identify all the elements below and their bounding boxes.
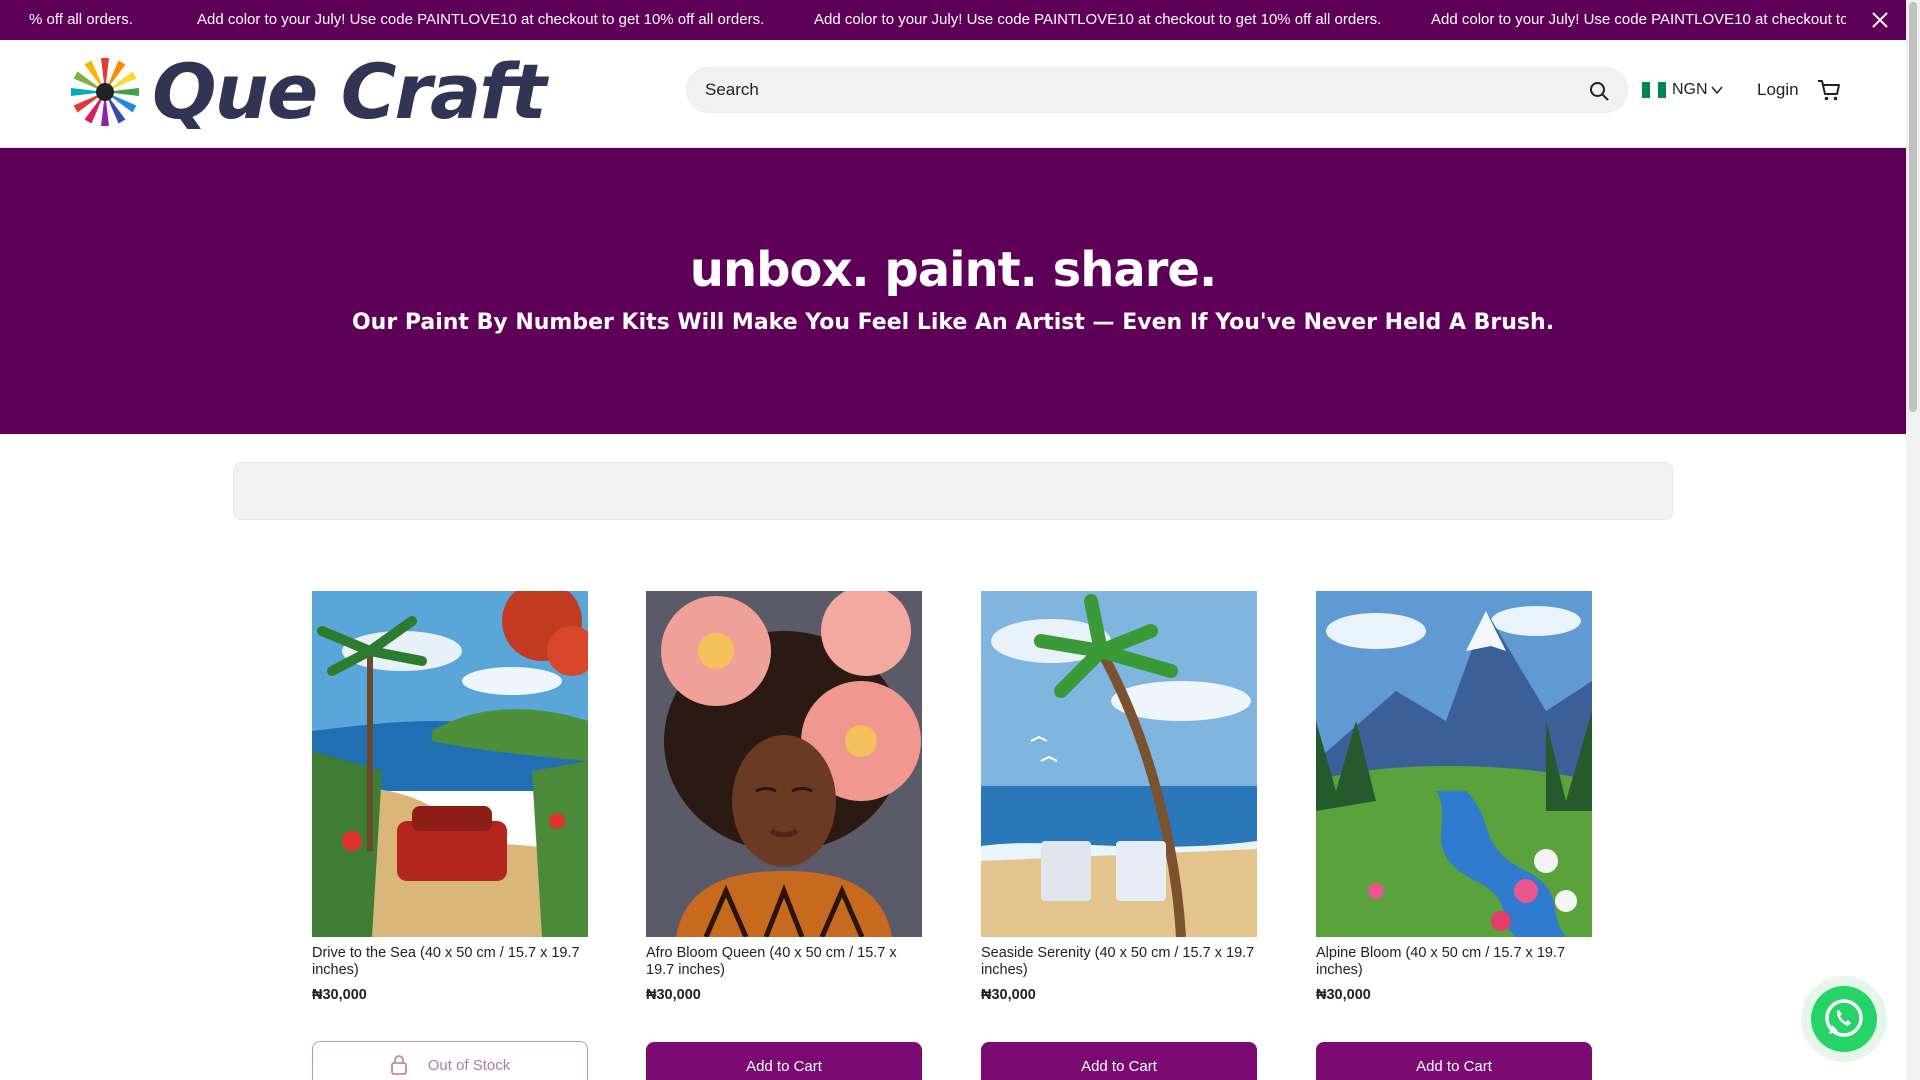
product-image[interactable] [1316, 591, 1592, 937]
product-title[interactable]: Seaside Serenity (40 x 50 cm / 15.7 x 19… [981, 945, 1257, 979]
whatsapp-icon [1825, 999, 1863, 1037]
product-price: ₦30,000 [981, 987, 1036, 1003]
logo-mark-icon [71, 58, 139, 126]
announcement-text: Add color to your July! Use code PAINTLO… [1431, 11, 1846, 28]
lock-icon [390, 1055, 407, 1075]
product-image[interactable] [646, 591, 922, 937]
product-title[interactable]: Alpine Bloom (40 x 50 cm / 15.7 x 19.7 i… [1316, 945, 1592, 979]
product-card[interactable]: Afro Bloom Queen (40 x 50 cm / 15.7 x 19… [646, 591, 922, 1003]
button-label: Out of Stock [427, 1056, 511, 1074]
nigeria-flag-icon [1642, 82, 1666, 98]
logo[interactable]: Que Craft [68, 47, 547, 136]
add-to-cart-button[interactable]: Add to Cart [646, 1042, 922, 1080]
search-bar[interactable] [686, 67, 1628, 113]
announcement-text: Add color to your July! Use code PAINTLO… [814, 11, 1382, 28]
button-label: Add to Cart [1081, 1057, 1157, 1075]
site-header: Que Craft NGN Login [0, 40, 1906, 148]
add-to-cart-button[interactable]: Add to Cart [981, 1042, 1257, 1080]
brand-name: Que Craft [152, 47, 547, 136]
hero-subheadline: Our Paint By Number Kits Will Make You F… [351, 310, 1555, 335]
product-price: ₦30,000 [646, 987, 701, 1003]
product-card[interactable]: Drive to the Sea (40 x 50 cm / 15.7 x 19… [312, 591, 588, 1003]
announcement-text: % off all orders. [29, 11, 133, 28]
product-title[interactable]: Drive to the Sea (40 x 50 cm / 15.7 x 19… [312, 945, 588, 979]
button-label: Add to Cart [1416, 1057, 1492, 1075]
hero-banner: unbox. paint. share. Our Paint By Number… [0, 148, 1906, 434]
currency-selector[interactable]: NGN [1642, 81, 1724, 99]
out-of-stock-button: Out of Stock [312, 1041, 588, 1080]
button-label: Add to Cart [746, 1057, 822, 1075]
cart-icon[interactable] [1817, 78, 1841, 102]
product-image[interactable] [981, 591, 1257, 937]
product-card[interactable]: Seaside Serenity (40 x 50 cm / 15.7 x 19… [981, 591, 1257, 1003]
product-image[interactable] [312, 591, 588, 937]
currency-label: NGN [1672, 81, 1708, 98]
chevron-down-icon [1710, 86, 1723, 95]
search-icon[interactable] [1589, 81, 1609, 101]
scrollbar-thumb[interactable] [1909, 2, 1917, 412]
product-card[interactable]: Alpine Bloom (40 x 50 cm / 15.7 x 19.7 i… [1316, 591, 1592, 1003]
search-input[interactable] [705, 68, 1565, 112]
whatsapp-icon-bg [1811, 986, 1877, 1052]
product-price: ₦30,000 [312, 987, 367, 1003]
product-price: ₦30,000 [1316, 987, 1371, 1003]
add-to-cart-button[interactable]: Add to Cart [1316, 1042, 1592, 1080]
hero-headline: unbox. paint. share. [689, 242, 1217, 298]
announcement-bar: % off all orders. Add color to your July… [0, 0, 1906, 40]
placeholder-banner [233, 462, 1673, 520]
login-link[interactable]: Login [1757, 80, 1799, 100]
page-scrollbar[interactable] [1906, 0, 1920, 1080]
product-title[interactable]: Afro Bloom Queen (40 x 50 cm / 15.7 x 19… [646, 945, 922, 979]
page: % off all orders. Add color to your July… [0, 0, 1920, 1080]
whatsapp-button[interactable] [1801, 976, 1887, 1062]
announcement-text: Add color to your July! Use code PAINTLO… [197, 11, 765, 28]
close-icon[interactable] [1870, 10, 1890, 30]
